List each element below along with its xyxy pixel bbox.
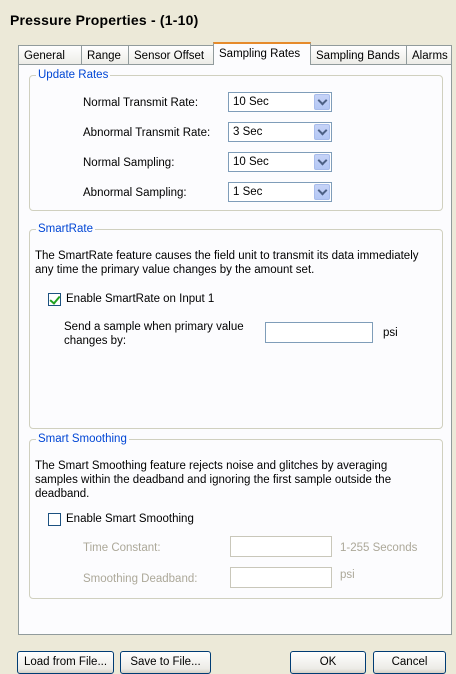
tab-sampling-rates[interactable]: Sampling Rates — [213, 42, 311, 65]
smartrate-legend: SmartRate — [38, 223, 93, 235]
smartrate-unit: psi — [383, 327, 398, 339]
normal-transmit-rate-select[interactable]: 10 Sec — [228, 92, 332, 112]
abnormal-transmit-rate-value: 3 Sec — [233, 126, 263, 138]
chevron-down-icon[interactable] — [314, 94, 330, 110]
enable-smartrate-checkbox[interactable] — [48, 293, 61, 306]
cancel-button[interactable]: Cancel — [373, 651, 446, 674]
title-bar: Pressure Properties - (1-10) — [0, 0, 456, 36]
window-title: Pressure Properties - (1-10) — [10, 12, 199, 28]
abnormal-sampling-label: Abnormal Sampling: — [83, 187, 187, 199]
abnormal-transmit-rate-label: Abnormal Transmit Rate: — [83, 127, 211, 139]
smartrate-description: The SmartRate feature causes the field u… — [35, 250, 419, 276]
load-from-file-button[interactable]: Load from File... — [17, 651, 114, 674]
smartrate-sample-label: Send a sample when primary value changes… — [64, 321, 244, 347]
abnormal-sampling-select[interactable]: 1 Sec — [228, 182, 332, 202]
chevron-down-icon[interactable] — [314, 184, 330, 200]
save-to-file-button[interactable]: Save to File... — [120, 651, 211, 674]
normal-transmit-rate-label: Normal Transmit Rate: — [83, 97, 199, 109]
smoothing-deadband-unit: psi — [340, 569, 355, 581]
enable-smart-smoothing-label[interactable]: Enable Smart Smoothing — [66, 513, 194, 525]
chevron-down-icon[interactable] — [314, 124, 330, 140]
normal-sampling-value: 10 Sec — [233, 156, 269, 168]
abnormal-transmit-rate-select[interactable]: 3 Sec — [228, 122, 332, 142]
smartrate-sample-input[interactable] — [265, 322, 373, 343]
abnormal-sampling-value: 1 Sec — [233, 186, 263, 198]
time-constant-label: Time Constant: — [83, 542, 161, 554]
smart-smoothing-legend: Smart Smoothing — [38, 433, 127, 445]
time-constant-unit: 1-255 Seconds — [340, 542, 418, 554]
smoothing-deadband-label: Smoothing Deadband: — [83, 573, 198, 585]
enable-smart-smoothing-checkbox[interactable] — [48, 513, 61, 526]
normal-sampling-label: Normal Sampling: — [83, 157, 175, 169]
tab-strip: General Range Sensor Offset Sampling Rat… — [18, 42, 454, 65]
ok-button[interactable]: OK — [290, 651, 366, 674]
enable-smartrate-label[interactable]: Enable SmartRate on Input 1 — [66, 293, 214, 305]
tab-sensor-offset[interactable]: Sensor Offset — [128, 45, 214, 65]
update-rates-legend: Update Rates — [38, 69, 109, 81]
tab-panel: Update Rates Normal Transmit Rate: 10 Se… — [18, 64, 452, 635]
time-constant-input[interactable] — [230, 536, 332, 557]
smart-smoothing-description: The Smart Smoothing feature rejects nois… — [35, 460, 392, 500]
tab-alarms[interactable]: Alarms — [406, 45, 452, 65]
tab-sampling-bands[interactable]: Sampling Bands — [310, 45, 407, 65]
chevron-down-icon[interactable] — [314, 154, 330, 170]
tab-range[interactable]: Range — [81, 45, 129, 65]
normal-transmit-rate-value: 10 Sec — [233, 96, 269, 108]
smoothing-deadband-input[interactable] — [230, 567, 332, 588]
normal-sampling-select[interactable]: 10 Sec — [228, 152, 332, 172]
tab-general[interactable]: General — [18, 45, 82, 65]
